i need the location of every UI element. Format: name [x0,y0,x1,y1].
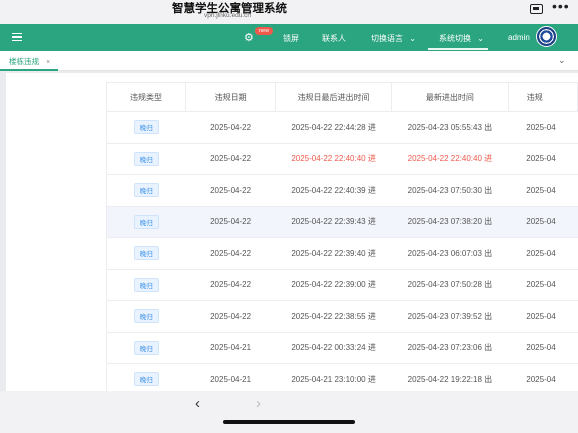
tab-label: 楼栋违规 [9,57,39,66]
lock-screen-button[interactable]: 锁屏 [283,33,299,44]
violation-date-cell: 2025-04-22 [185,174,276,207]
main-content: 违规类型 违规日期 违规日最后进出时间 最新进出时间 违规 晚归 2025-04-… [6,73,578,391]
table-row[interactable]: 晚归 2025-04-22 2025-04-22 22:40:40 进 2025-04… [106,143,578,175]
last-access-cell: 2025-04-22 22:44:28 进 [275,111,392,144]
violation-type-tag: 晚归 [133,151,159,166]
violation-date-cell: 2025-04-22 [185,111,276,144]
violation-cell: 2025-04 [508,332,578,364]
last-access-cell: 2025-04-22 22:40:40 进 [275,143,392,175]
violation-date-cell: 2025-04-21 [185,363,276,391]
contacts-button[interactable]: 联系人 [322,33,346,44]
table-row[interactable]: 晚归 2025-04-21 2025-04-21 23:10:00 进 2025-04… [106,363,578,391]
language-switch-menu[interactable]: 切换语言 ⌄ [371,33,416,44]
violation-type-cell: 晚归 [106,206,186,238]
chevron-down-icon[interactable]: ⌄ [558,55,566,66]
violation-cell: 2025-04 [508,143,578,175]
latest-access-cell: 2025-04-23 07:39:52 出 [391,300,509,333]
last-access-cell: 2025-04-22 22:38:55 进 [275,300,392,333]
violation-type-cell: 晚归 [106,143,186,175]
violation-type-tag: 晚归 [133,277,159,292]
table-row[interactable]: 晚归 2025-04-22 2025-04-22 22:40:39 进 2025-04… [106,174,578,207]
latest-access-cell: 2025-04-23 06:07:03 出 [391,237,509,270]
violation-date-cell: 2025-04-21 [185,332,276,364]
tab-building-violations[interactable]: 楼栋违规 × [0,51,59,71]
table-header-row: 违规类型 违规日期 违规日最后进出时间 最新进出时间 违规 [106,82,578,112]
violation-type-tag: 晚归 [133,246,159,261]
gear-icon[interactable]: ⚙ [244,31,254,44]
back-icon[interactable]: ‹ [195,395,200,412]
table-row[interactable]: 晚归 2025-04-22 2025-04-22 22:39:43 进 2025-04… [106,206,578,238]
forward-icon[interactable]: › [256,395,261,412]
violation-type-cell: 晚归 [106,269,186,301]
column-header[interactable]: 违规日期 [184,82,277,112]
violation-date-cell: 2025-04-22 [185,300,276,333]
violation-type-cell: 晚归 [106,237,186,270]
table-row[interactable]: 晚归 2025-04-22 2025-04-22 22:39:00 进 2025-04… [106,269,578,301]
table-row[interactable]: 晚归 2025-04-22 2025-04-22 22:38:55 进 2025-04… [106,300,578,333]
avatar[interactable] [536,26,557,47]
latest-access-cell: 2025-04-23 05:55:43 出 [391,111,509,144]
home-indicator [223,420,355,424]
violation-cell: 2025-04 [508,363,578,391]
latest-access-cell: 2025-04-23 07:23:06 出 [391,332,509,364]
violation-type-cell: 晚归 [106,363,186,391]
page-tabs: 楼栋违规 × ⌄ [0,51,578,71]
system-switch-menu[interactable]: 系统切换 ⌄ [439,33,484,44]
violation-type-cell: 晚归 [106,174,186,207]
close-icon[interactable]: × [46,59,50,66]
chevron-down-icon: ⌄ [409,34,416,43]
more-icon[interactable]: ••• [552,0,570,14]
last-access-cell: 2025-04-22 22:40:39 进 [275,174,392,207]
last-access-cell: 2025-04-22 22:39:00 进 [275,269,392,301]
user-menu[interactable]: admin [508,33,530,42]
last-access-cell: 2025-04-22 22:39:40 进 [275,237,392,270]
new-badge: new [255,27,274,35]
column-header[interactable]: 违规 [507,82,578,112]
violation-date-cell: 2025-04-22 [185,237,276,270]
violation-type-tag: 晚归 [133,309,159,324]
violation-cell: 2025-04 [508,300,578,333]
latest-access-cell: 2025-04-22 22:40:40 进 [391,143,509,175]
violation-date-cell: 2025-04-22 [185,269,276,301]
violation-type-tag: 晚归 [133,340,159,355]
violation-type-cell: 晚归 [106,332,186,364]
table-row[interactable]: 晚归 2025-04-22 2025-04-22 22:44:28 进 2025-04… [106,111,578,144]
violation-date-cell: 2025-04-22 [185,206,276,238]
last-access-cell: 2025-04-21 23:10:00 进 [275,363,392,391]
latest-access-cell: 2025-04-22 19:22:18 出 [391,363,509,391]
tabs-icon[interactable] [530,4,543,14]
top-navbar: ⚙ new 锁屏 联系人 切换语言 ⌄ 系统切换 ⌄ admin [0,24,578,51]
latest-access-cell: 2025-04-23 07:50:28 出 [391,269,509,301]
violation-cell: 2025-04 [508,174,578,207]
table-row[interactable]: 晚归 2025-04-22 2025-04-22 22:39:40 进 2025-04… [106,237,578,270]
system-switch-label: 系统切换 [439,34,471,43]
violation-type-tag: 晚归 [133,183,159,198]
violation-cell: 2025-04 [508,111,578,144]
hamburger-icon[interactable] [12,33,22,41]
violation-date-cell: 2025-04-22 [185,143,276,175]
violation-cell: 2025-04 [508,269,578,301]
violation-cell: 2025-04 [508,206,578,238]
violation-type-tag: 晚归 [133,120,159,135]
last-access-cell: 2025-04-22 00:33:24 进 [275,332,392,364]
browser-address-bar: 智慧学生公寓管理系统 vpn.jlnku.edu.cn ••• [0,0,578,24]
language-switch-label: 切换语言 [371,34,403,43]
column-header[interactable]: 最新进出时间 [390,82,509,112]
violation-type-cell: 晚归 [106,300,186,333]
active-nav-indicator [428,48,488,50]
violation-type-cell: 晚归 [106,111,186,144]
latest-access-cell: 2025-04-23 07:38:20 出 [391,206,509,238]
table-row[interactable]: 晚归 2025-04-21 2025-04-22 00:33:24 进 2025-04… [106,332,578,364]
column-header[interactable]: 违规类型 [106,82,186,112]
column-header[interactable]: 违规日最后进出时间 [275,82,392,112]
chevron-down-icon: ⌄ [477,34,484,43]
latest-access-cell: 2025-04-23 07:50:30 出 [391,174,509,207]
last-access-cell: 2025-04-22 22:39:43 进 [275,206,392,238]
browser-toolbar: ‹ › [0,391,578,433]
violation-type-tag: 晚归 [133,372,159,387]
violations-table: 违规类型 违规日期 违规日最后进出时间 最新进出时间 违规 晚归 2025-04-… [106,82,578,391]
url-label[interactable]: vpn.jlnku.edu.cn [204,12,251,19]
violation-cell: 2025-04 [508,237,578,270]
violation-type-tag: 晚归 [133,214,159,229]
